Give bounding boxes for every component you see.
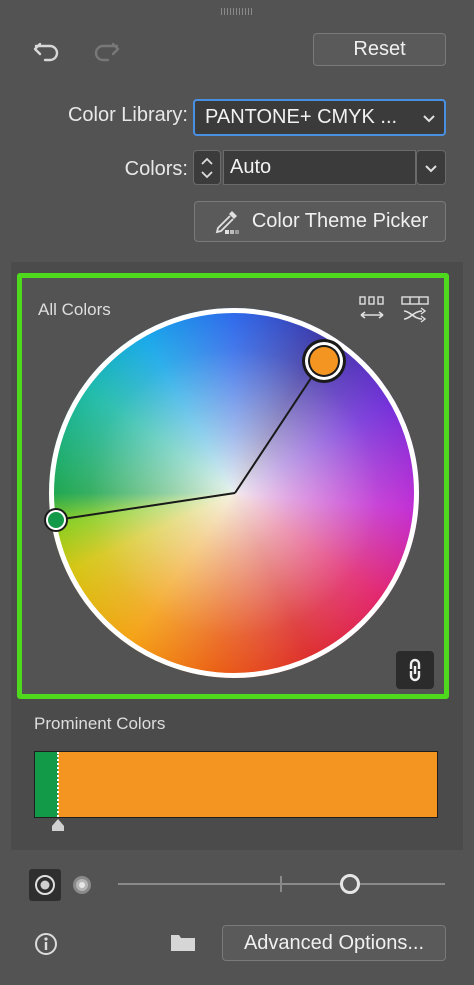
color-wheel[interactable]	[44, 308, 419, 678]
advanced-options-label: Advanced Options...	[243, 931, 425, 954]
harmony-lines	[55, 359, 324, 521]
segmented-wheel-view-button[interactable]	[66, 869, 98, 901]
chevron-down-icon	[414, 113, 444, 123]
link-icon	[409, 658, 421, 682]
prominent-colors-bar[interactable]	[34, 751, 438, 818]
smooth-wheel-view-button[interactable]	[29, 869, 61, 901]
redo-icon[interactable]	[90, 36, 122, 66]
prominent-swatch-orange[interactable]	[58, 752, 437, 817]
link-harmony-button[interactable]	[396, 651, 434, 689]
prominent-swatch-green[interactable]	[35, 752, 58, 817]
eyedropper-icon	[215, 210, 239, 234]
brightness-slider-thumb[interactable]	[340, 874, 361, 894]
color-library-select[interactable]: PANTONE+ CMYK ...	[193, 99, 446, 136]
colors-count-value: Auto	[230, 156, 272, 178]
harmony-color-swatch	[48, 512, 64, 528]
smooth-wheel-icon	[35, 875, 55, 895]
stepper-arrows-icon	[201, 157, 213, 178]
folder-icon[interactable]	[170, 931, 196, 953]
colors-dropdown-button[interactable]	[416, 150, 446, 185]
color-theme-picker-button[interactable]: Color Theme Picker	[194, 201, 446, 242]
info-icon[interactable]	[34, 932, 58, 956]
colors-count-field[interactable]: Auto	[223, 150, 416, 185]
segmented-wheel-icon	[73, 876, 91, 894]
swatch-divider[interactable]	[57, 752, 59, 817]
slider-tick	[280, 876, 282, 892]
undo-icon[interactable]	[31, 36, 63, 66]
swatch-divider-handle[interactable]	[50, 818, 66, 832]
panel-grip[interactable]	[221, 8, 253, 16]
color-theme-picker-label: Color Theme Picker	[251, 210, 429, 232]
base-color-handle[interactable]	[302, 339, 346, 383]
harmony-color-handle[interactable]	[44, 508, 68, 532]
reset-button[interactable]: Reset	[313, 33, 446, 66]
color-library-value: PANTONE+ CMYK ...	[205, 106, 398, 128]
colors-label: Colors:	[124, 158, 188, 180]
prominent-colors-title: Prominent Colors	[34, 714, 166, 733]
colors-stepper[interactable]	[193, 150, 221, 185]
base-color-swatch	[310, 347, 338, 375]
reset-button-label: Reset	[353, 38, 406, 60]
advanced-options-button[interactable]: Advanced Options...	[222, 925, 446, 961]
color-library-label: Color Library:	[67, 104, 188, 126]
chevron-down-icon	[425, 164, 437, 172]
